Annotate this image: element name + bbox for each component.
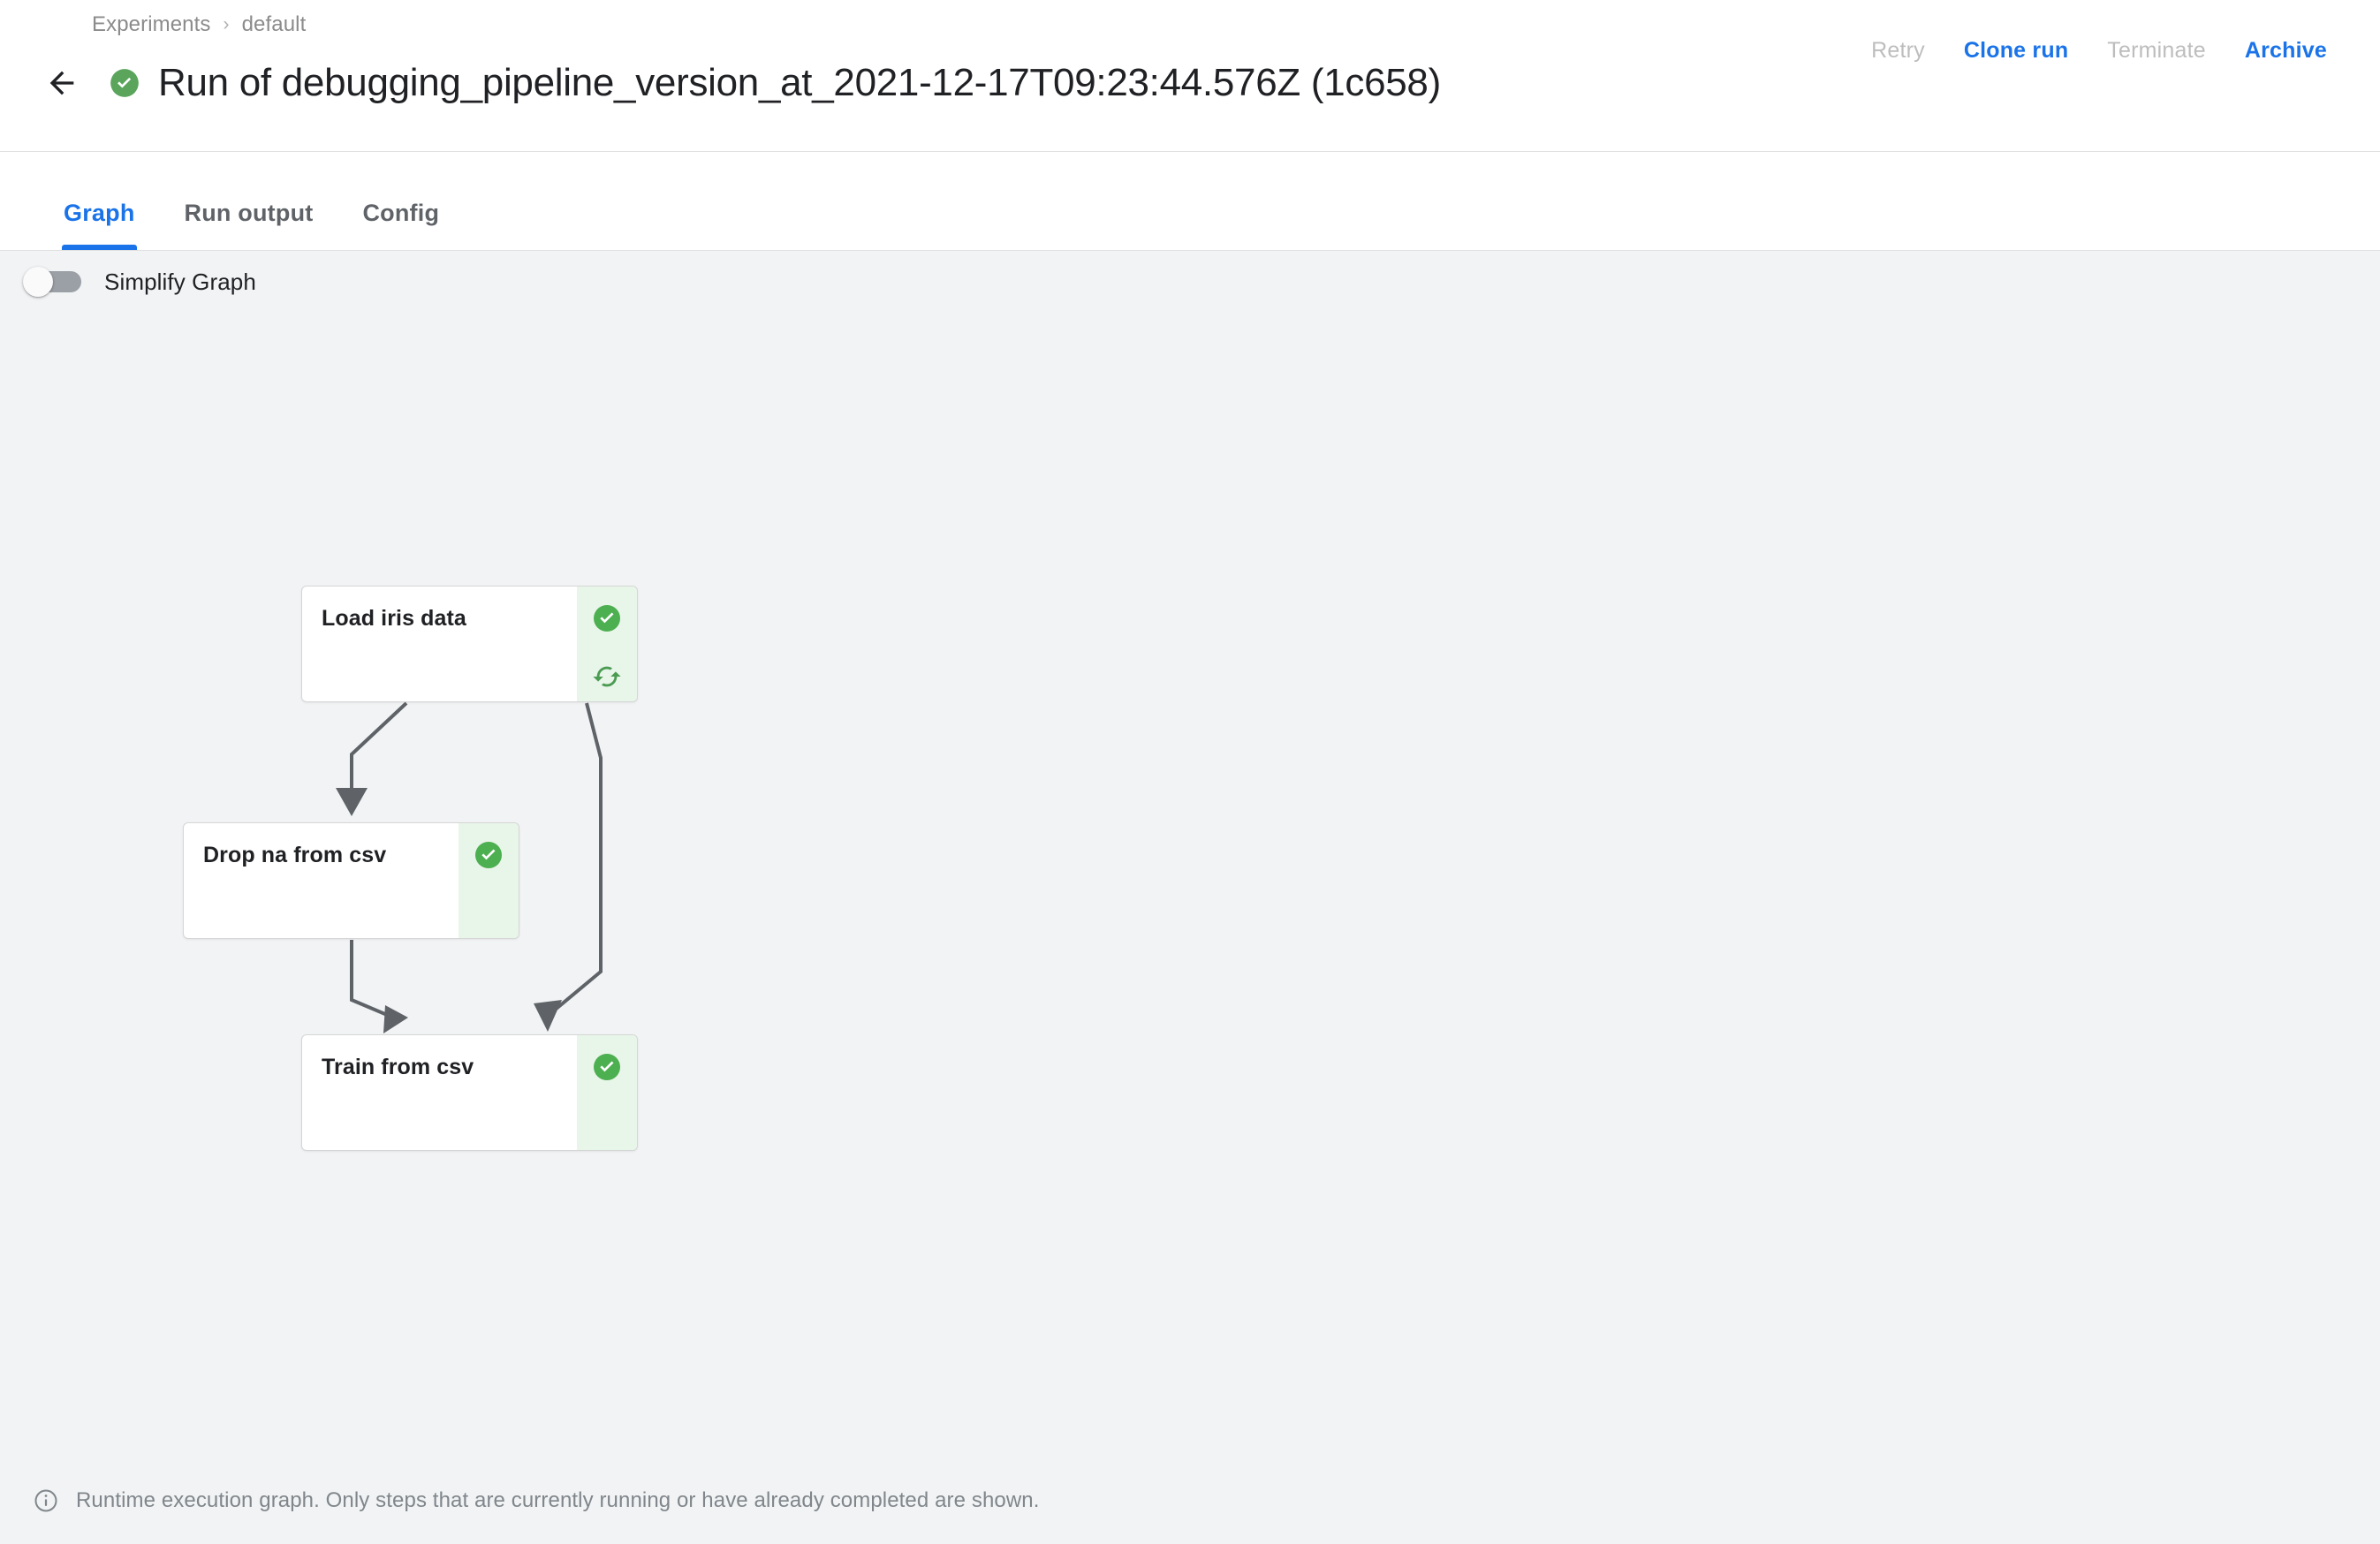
node-status-panel <box>577 587 637 701</box>
simplify-graph-label: Simplify Graph <box>104 268 256 295</box>
check-circle-icon <box>110 69 139 97</box>
node-label: Drop na from csv <box>203 843 387 867</box>
graph-node-drop-na-from-csv[interactable]: Drop na from csv <box>183 822 519 939</box>
node-status-icon-slot <box>471 837 506 873</box>
terminate-button[interactable]: Terminate <box>2088 29 2225 72</box>
node-label: Train from csv <box>322 1055 474 1079</box>
tab-run-output-label: Run output <box>184 200 314 226</box>
node-status-icon-slot <box>589 601 625 636</box>
simplify-graph-toggle[interactable] <box>23 267 87 297</box>
breadcrumb: Experiments › default <box>92 12 306 37</box>
arrow-left-icon <box>49 71 74 95</box>
tab-run-output[interactable]: Run output <box>160 200 338 250</box>
node-status-panel <box>577 1035 637 1150</box>
edge-load-iris-to-train <box>534 702 603 1032</box>
breadcrumb-item-default[interactable]: default <box>242 12 307 37</box>
clone-run-button[interactable]: Clone run <box>1944 29 2088 72</box>
info-circle-icon <box>32 1487 60 1515</box>
toggle-knob <box>23 267 53 297</box>
graph-tab-content: Simplify Graph Load iris data Drop na fr… <box>0 251 2380 1544</box>
edge-load-iris-to-drop-na <box>336 701 408 816</box>
run-details-page: Experiments › default Run of debugging_p… <box>0 0 2380 1544</box>
breadcrumb-separator-icon: › <box>223 14 230 34</box>
tab-active-indicator <box>62 245 137 250</box>
breadcrumb-item-experiments[interactable]: Experiments <box>92 12 210 37</box>
graph-node-load-iris-data[interactable]: Load iris data <box>301 586 638 702</box>
cached-refresh-icon <box>593 666 621 687</box>
tab-config[interactable]: Config <box>337 200 464 250</box>
check-circle-icon <box>594 1054 620 1080</box>
graph-node-train-from-csv[interactable]: Train from csv <box>301 1034 638 1151</box>
node-status-icon-slot <box>589 1049 625 1085</box>
tab-graph-label: Graph <box>64 200 135 226</box>
node-label: Load iris data <box>322 606 466 631</box>
run-status-badge <box>108 66 141 100</box>
page-header: Experiments › default Run of debugging_p… <box>0 0 2380 152</box>
header-actions: Retry Clone run Terminate Archive <box>1852 29 2346 72</box>
graph-toolbar: Simplify Graph <box>23 267 256 297</box>
node-cached-icon-slot[interactable] <box>589 659 625 694</box>
footer-text: Runtime execution graph. Only steps that… <box>76 1488 1040 1512</box>
graph-footer-note: Runtime execution graph. Only steps that… <box>0 1457 2380 1544</box>
tab-graph[interactable]: Graph <box>39 200 160 250</box>
node-body: Drop na from csv <box>184 823 459 938</box>
title-row: Run of debugging_pipeline_version_at_202… <box>39 60 1441 106</box>
check-circle-icon <box>594 605 620 632</box>
retry-button[interactable]: Retry <box>1852 29 1944 72</box>
info-circle-icon <box>34 1489 57 1512</box>
node-body: Load iris data <box>302 587 577 701</box>
back-button[interactable] <box>39 60 85 106</box>
edge-drop-na-to-train <box>350 940 408 1033</box>
tab-config-label: Config <box>362 200 440 226</box>
check-circle-icon <box>475 842 502 868</box>
node-status-panel <box>459 823 519 938</box>
node-body: Train from csv <box>302 1035 577 1150</box>
page-title: Run of debugging_pipeline_version_at_202… <box>158 61 1441 104</box>
archive-button[interactable]: Archive <box>2225 29 2346 72</box>
tab-bar: Graph Run output Config <box>0 152 2380 251</box>
